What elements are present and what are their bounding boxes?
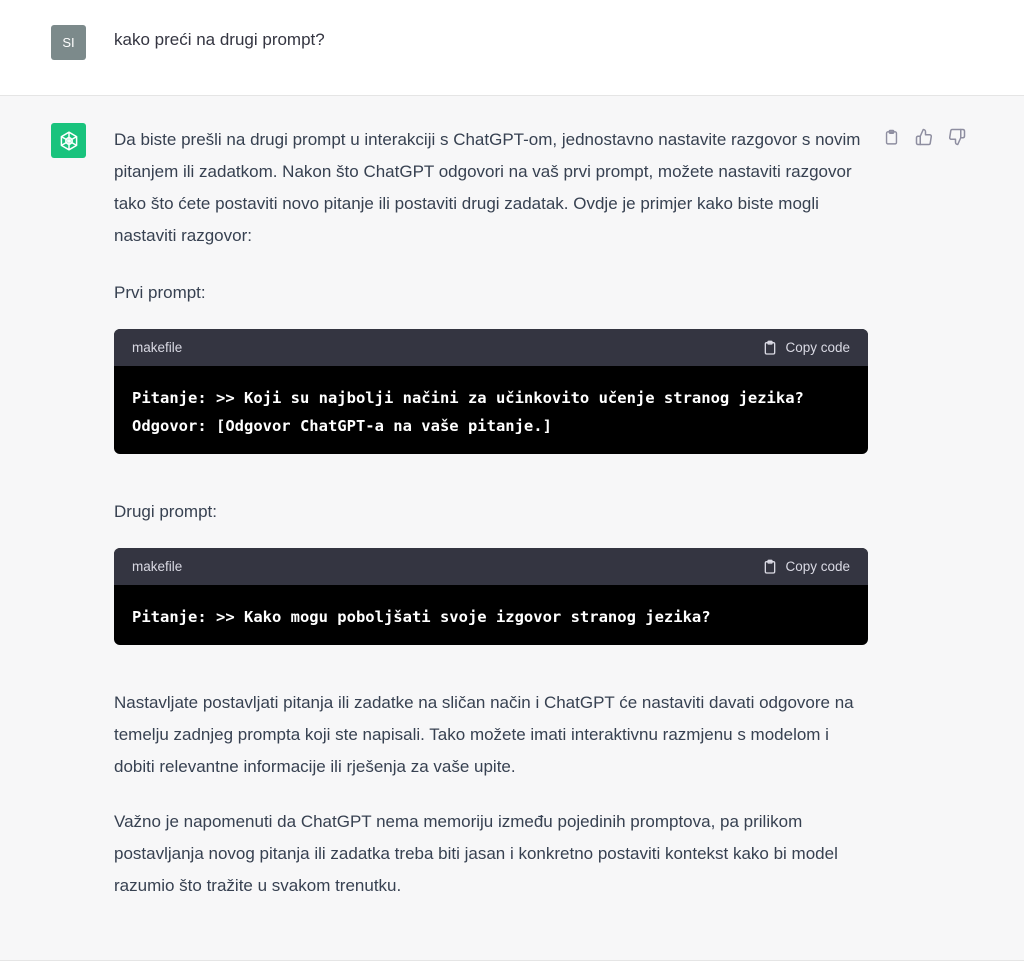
code-header: makefile Copy code — [114, 548, 868, 585]
clipboard-icon — [765, 559, 776, 574]
user-avatar: SI — [51, 25, 86, 60]
copy-code-button[interactable]: Copy code — [762, 340, 850, 356]
thumbs-up-icon[interactable] — [913, 126, 935, 148]
code-header: makefile Copy code — [114, 329, 868, 366]
code-language-label: makefile — [132, 340, 183, 355]
code-line: Pitanje: >> Kako mogu poboljšati svoje i… — [132, 608, 711, 626]
user-message-row: SI kako preći na drugi prompt? — [0, 0, 1024, 96]
code-line: Odgovor: [Odgovor ChatGPT-a na vaše pita… — [132, 417, 552, 435]
clipboard-icon[interactable] — [880, 126, 902, 148]
second-prompt-label: Drugi prompt: — [114, 502, 217, 521]
code-body: Pitanje: >> Kako mogu poboljšati svoje i… — [114, 585, 868, 645]
clipboard-icon — [765, 340, 776, 355]
user-message-text: kako preći na drugi prompt? — [114, 30, 325, 49]
copy-code-label: Copy code — [785, 559, 850, 574]
code-line: Pitanje: >> Koji su najbolji načini za u… — [132, 389, 804, 407]
copy-code-label: Copy code — [785, 340, 850, 355]
code-language-label: makefile — [132, 559, 183, 574]
message-actions — [880, 126, 968, 148]
thumbs-down-icon[interactable] — [946, 126, 968, 148]
code-body: Pitanje: >> Koji su najbolji načini za u… — [114, 366, 868, 454]
response-paragraph-intro: Da biste prešli na drugi prompt u intera… — [114, 130, 861, 245]
copy-code-button[interactable]: Copy code — [762, 559, 850, 575]
code-block-second: makefile Copy code Pitanje: >> Kako mogu… — [114, 548, 868, 645]
code-block-first: makefile Copy code Pitanje: >> Koji su n… — [114, 329, 868, 454]
assistant-message-content: Da biste prešli na drugi prompt u intera… — [114, 124, 870, 902]
response-paragraph-followup: Nastavljate postavljati pitanja ili zada… — [114, 693, 854, 776]
first-prompt-label: Prvi prompt: — [114, 283, 206, 302]
assistant-message-row: Da biste prešli na drugi prompt u intera… — [0, 96, 1024, 961]
openai-logo-icon — [51, 123, 86, 158]
response-paragraph-note: Važno je napomenuti da ChatGPT nema memo… — [114, 812, 838, 895]
